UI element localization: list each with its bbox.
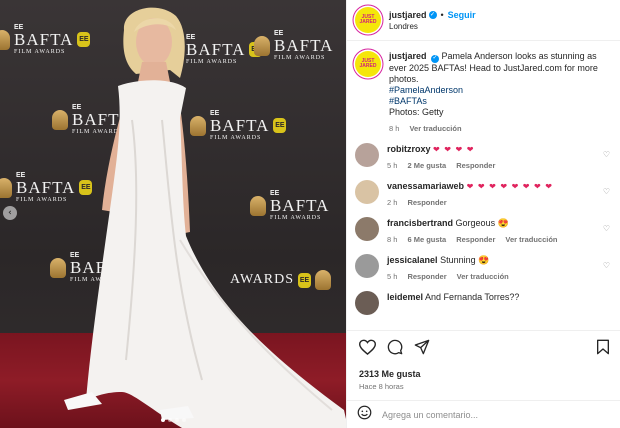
bookmark-icon[interactable] <box>596 339 610 360</box>
follow-button[interactable]: Seguir <box>448 10 476 20</box>
comment-username[interactable]: robitzroxy <box>387 144 431 154</box>
carousel-dots <box>0 418 346 422</box>
avatar[interactable] <box>355 142 379 167</box>
comment-item: leidemel And Fernanda Torres?? <box>355 290 612 315</box>
hashtag-link[interactable]: #BAFTAs <box>389 96 427 106</box>
share-icon[interactable] <box>414 339 430 360</box>
translate-link[interactable]: Ver traducción <box>409 124 461 133</box>
heart-icon[interactable]: ♡ <box>603 261 610 270</box>
like-count[interactable]: 2313 Me gusta <box>359 369 610 379</box>
comment-text: ❤ ❤ ❤ ❤ <box>433 144 475 154</box>
comment-text: Stunning 😍 <box>440 254 490 265</box>
chevron-left-icon[interactable]: ‹ <box>3 206 17 220</box>
comment-likes[interactable]: 2 Me gusta <box>407 161 446 170</box>
verified-badge-icon: ✓ <box>428 10 437 19</box>
heart-icon[interactable]: ♡ <box>603 150 610 159</box>
header-username[interactable]: justjared <box>389 10 427 20</box>
person-in-white-gown <box>64 7 346 428</box>
comment-time: 5 h <box>387 160 398 170</box>
post-time: Hace 8 horas <box>359 382 404 391</box>
verified-badge-icon: ✓ <box>431 54 440 63</box>
comment-item: francisbertrand Gorgeous 😍 8 h 6 Me gust… <box>355 216 612 244</box>
comment-likes[interactable]: 6 Me gusta <box>407 235 446 244</box>
comment-time: 8 h <box>387 234 398 244</box>
avatar[interactable] <box>355 253 379 278</box>
reply-button[interactable]: Responder <box>456 161 495 170</box>
reply-button[interactable]: Responder <box>407 272 446 281</box>
heart-icon[interactable]: ♡ <box>603 224 610 233</box>
comment-username[interactable]: vanessamariaweb <box>387 181 464 191</box>
avatar[interactable] <box>355 179 379 204</box>
comment-text: And Fernanda Torres?? <box>425 291 520 302</box>
comment-input[interactable]: Agrega un comentario... <box>382 410 478 420</box>
comment-time: 5 h <box>387 271 398 281</box>
comment-username[interactable]: leidemel <box>387 292 423 302</box>
reply-button[interactable]: Responder <box>407 198 446 207</box>
comment-item: vanessamariaweb ❤ ❤ ❤ ❤ ❤ ❤ ❤ ❤ 2 h Resp… <box>355 179 612 207</box>
comments-list[interactable]: JUST JARED justjared ✓ Pamela Anderson l… <box>347 42 620 328</box>
caption-credit: Photos: Getty <box>389 106 444 117</box>
reply-button[interactable]: Responder <box>456 235 495 244</box>
caption-username[interactable]: justjared <box>389 51 427 61</box>
hashtag-link[interactable]: #PamelaAnderson <box>389 85 463 95</box>
add-comment-bar: Agrega un comentario... <box>347 400 620 428</box>
translate-link[interactable]: Ver traducción <box>457 272 509 281</box>
comment-username[interactable]: jessicalanel <box>387 255 438 265</box>
post-header: JUST JARED justjared ✓ • Seguir Londres <box>347 0 620 41</box>
avatar[interactable]: JUST JARED <box>355 7 381 33</box>
post-sidebar: JUST JARED justjared ✓ • Seguir Londres … <box>346 0 620 428</box>
separator: • <box>440 9 444 20</box>
heart-icon[interactable] <box>358 339 377 360</box>
comment-item: robitzroxy ❤ ❤ ❤ ❤ 5 h 2 Me gusta Respon… <box>355 142 612 170</box>
avatar[interactable]: JUST JARED <box>355 51 381 77</box>
comment-icon[interactable] <box>387 339 403 360</box>
comment-time: 2 h <box>387 197 398 207</box>
post-photo[interactable]: EE BAFTA FILM AWARDS EE EE BAFTA FILM AWARDS E… <box>0 0 346 428</box>
comment-text: Gorgeous 😍 <box>455 217 509 228</box>
caption: JUST JARED justjared ✓ Pamela Anderson l… <box>355 51 612 133</box>
caption-time: 8 h <box>389 123 400 133</box>
comment-item: jessicalanel Stunning 😍 5 h Responder Ve… <box>355 253 612 281</box>
comment-text: ❤ ❤ ❤ ❤ ❤ ❤ ❤ ❤ <box>466 181 554 191</box>
avatar[interactable] <box>355 216 379 241</box>
emoji-icon[interactable] <box>357 405 372 425</box>
avatar[interactable] <box>355 290 379 315</box>
translate-link[interactable]: Ver traducción <box>505 235 557 244</box>
heart-icon[interactable]: ♡ <box>603 187 610 196</box>
comment-username[interactable]: francisbertrand <box>387 218 453 228</box>
location[interactable]: Londres <box>389 22 476 31</box>
post-actions: 2313 Me gusta Hace 8 horas <box>347 330 620 391</box>
